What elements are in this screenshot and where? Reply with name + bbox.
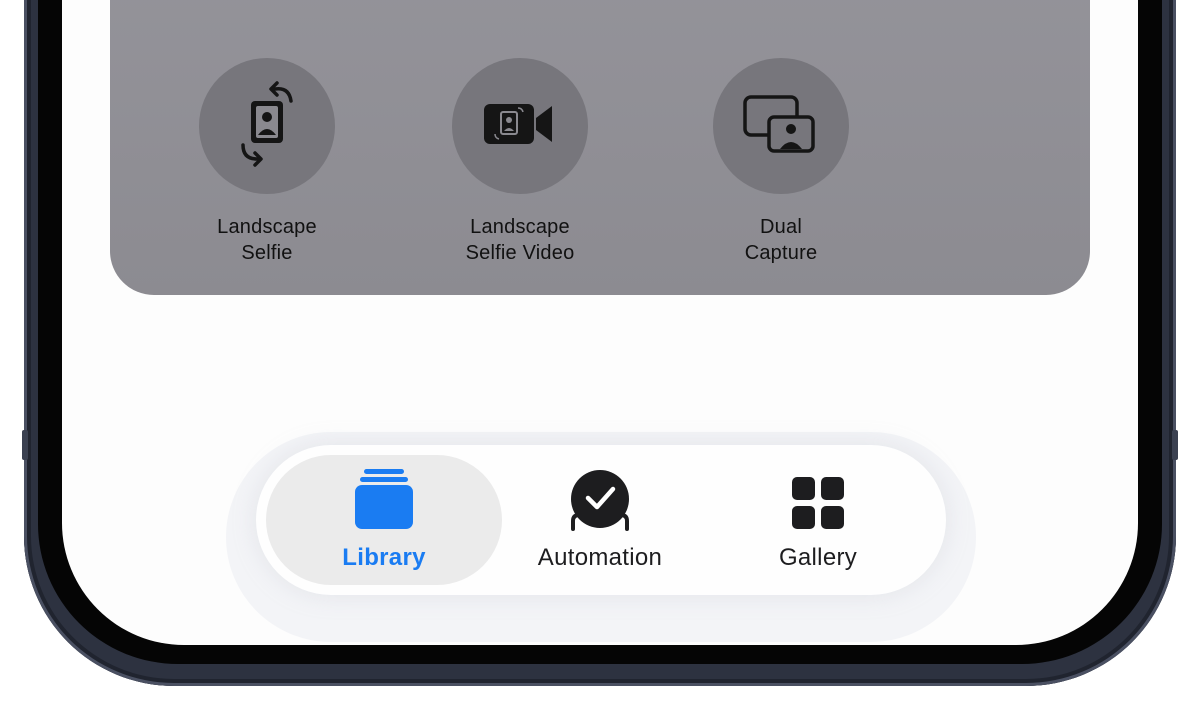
tab-automation[interactable]: Automation (492, 455, 708, 585)
library-stack-icon (266, 469, 502, 531)
shortcut-circle[interactable] (452, 58, 588, 194)
tab-library-label: Library (342, 544, 426, 571)
shortcuts-card: Landscape Selfie Landscape Selfie Video … (110, 0, 1090, 295)
shortcut-landscape-selfie-video[interactable]: Landscape Selfie Video (420, 58, 620, 266)
shortcut-circle[interactable] (199, 58, 335, 194)
shortcut-dual-capture[interactable]: Dual Capture (681, 58, 881, 266)
shortcut-label-line1: Landscape (470, 216, 570, 238)
side-button-right (1172, 430, 1178, 460)
automation-check-icon (492, 470, 708, 531)
shortcut-label-line2: Capture (744, 242, 818, 264)
shortcut-label-line2: Selfie (241, 242, 293, 264)
tab-library[interactable]: Library (266, 455, 502, 585)
tab-automation-label: Automation (537, 544, 663, 571)
page: Landscape Selfie Landscape Selfie Video … (0, 0, 1200, 701)
shortcut-landscape-selfie[interactable]: Landscape Selfie (167, 58, 367, 266)
tab-gallery-label: Gallery (778, 544, 858, 571)
gallery-grid-icon (708, 471, 928, 531)
shortcut-label-line1: Dual (760, 216, 802, 238)
side-button-left (22, 430, 28, 460)
rotate-portrait-icon (227, 79, 307, 174)
tab-bar: Library Automation Gallery (256, 445, 946, 595)
shortcut-label-line1: Landscape (217, 216, 317, 238)
shortcut-circle[interactable] (713, 58, 849, 194)
dual-capture-icon (739, 89, 823, 164)
tab-gallery[interactable]: Gallery (708, 455, 928, 585)
shortcut-label-line2: Selfie Video (465, 242, 575, 264)
video-selfie-icon (478, 94, 562, 159)
shortcut-label: Dual Capture (681, 214, 881, 266)
shortcut-label: Landscape Selfie Video (420, 214, 620, 266)
shortcut-label: Landscape Selfie (167, 214, 367, 266)
